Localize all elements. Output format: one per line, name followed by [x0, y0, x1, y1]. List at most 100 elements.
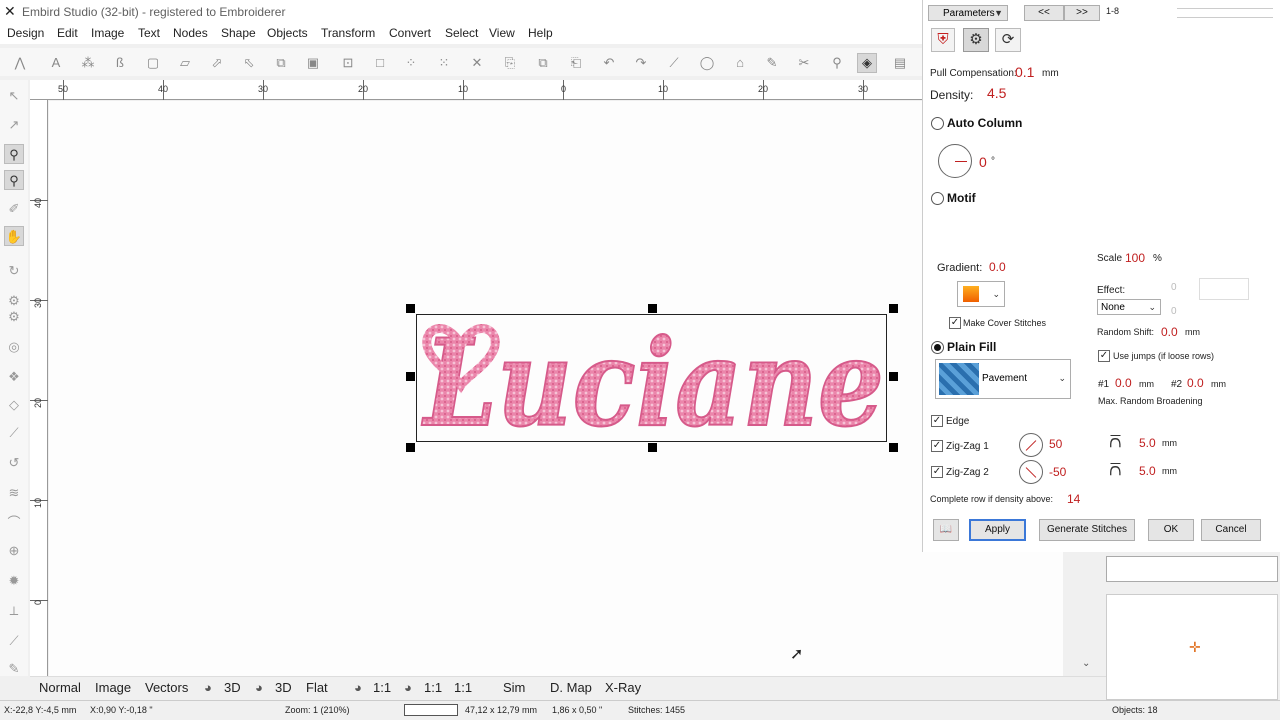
cancel-button[interactable]: Cancel: [1201, 519, 1261, 541]
save-icon[interactable]: ▣: [303, 53, 323, 73]
menu-shape[interactable]: Shape: [221, 26, 256, 40]
redo-icon[interactable]: ↷: [631, 53, 651, 73]
view-3d-a[interactable]: 3D: [224, 680, 241, 695]
stitch-icon[interactable]: ✂: [794, 53, 814, 73]
undo-icon[interactable]: ↶: [599, 53, 619, 73]
zoom-1to1-icon[interactable]: ⚲: [4, 170, 24, 190]
cog2-icon[interactable]: ⚙: [4, 306, 24, 326]
resize-handle[interactable]: [648, 443, 657, 452]
view-flat[interactable]: Flat: [306, 680, 328, 695]
text-tool-icon[interactable]: A: [46, 53, 66, 73]
target-icon[interactable]: ◎: [4, 336, 24, 356]
resize-handle[interactable]: [889, 443, 898, 452]
parameters-dropdown[interactable]: Parameters ▼: [928, 5, 1008, 21]
eyedropper-icon[interactable]: ✎: [762, 53, 782, 73]
curve-icon[interactable]: ⌒: [4, 512, 24, 532]
new-file-icon[interactable]: ▢: [143, 53, 163, 73]
view-image[interactable]: Image: [95, 680, 131, 695]
menu-edit[interactable]: Edit: [57, 26, 78, 40]
menu-convert[interactable]: Convert: [389, 26, 431, 40]
ruler-icon[interactable]: ⟋: [4, 630, 24, 650]
rotate-icon[interactable]: ↻: [4, 260, 24, 280]
resize-handle[interactable]: [889, 304, 898, 313]
resize-handle[interactable]: [406, 372, 415, 381]
zigzag2-dial[interactable]: [1019, 460, 1043, 484]
overview-preview[interactable]: ✛: [1106, 594, 1278, 700]
pen-icon[interactable]: ✎: [4, 658, 24, 678]
zigzag1-dial[interactable]: [1019, 433, 1043, 457]
ok-button[interactable]: OK: [1148, 519, 1194, 541]
refresh-icon[interactable]: ⟳: [995, 28, 1021, 52]
scale-value[interactable]: 100: [1125, 251, 1145, 265]
resize-handle[interactable]: [406, 443, 415, 452]
menu-help[interactable]: Help: [528, 26, 553, 40]
random-shift-value[interactable]: 0.0: [1161, 325, 1178, 339]
menu-text[interactable]: Text: [138, 26, 160, 40]
pattern-dropdown[interactable]: Pavement ⌄: [935, 359, 1071, 399]
ellipse-icon[interactable]: ◯: [697, 53, 717, 73]
menu-view[interactable]: View: [489, 26, 515, 40]
broad1-value[interactable]: 0.0: [1115, 376, 1132, 390]
line-icon[interactable]: ⟋: [664, 53, 684, 73]
chevron-down-icon[interactable]: ⌄: [1082, 658, 1090, 669]
broad2-value[interactable]: 0.0: [1187, 376, 1204, 390]
font-icon[interactable]: ß: [110, 53, 130, 73]
view-vectors[interactable]: Vectors: [145, 680, 188, 695]
knife-icon[interactable]: ⟋: [4, 422, 24, 442]
node-pointer-icon[interactable]: ↗: [4, 114, 24, 134]
menu-transform[interactable]: Transform: [321, 26, 375, 40]
export-icon[interactable]: ⬀: [207, 53, 227, 73]
apply-button[interactable]: Apply: [969, 519, 1026, 541]
zoom-icon[interactable]: ⚲: [4, 144, 24, 164]
view-sim[interactable]: Sim: [503, 680, 525, 695]
angle-value[interactable]: 0: [979, 154, 987, 170]
delete-icon[interactable]: ✕: [467, 53, 487, 73]
settings-icon[interactable]: ✹: [4, 570, 24, 590]
complete-row-value[interactable]: 14: [1067, 492, 1080, 506]
grid-sphere-icon[interactable]: ⊕: [4, 540, 24, 560]
effect-dropdown[interactable]: None ⌄: [1097, 299, 1161, 315]
zigzag1-length[interactable]: 5.0: [1139, 436, 1156, 450]
view-1to1-b[interactable]: 1:1: [424, 680, 442, 695]
grid-icon[interactable]: ▤: [890, 53, 910, 73]
import-icon[interactable]: ⬁: [239, 53, 259, 73]
zigzag2-value[interactable]: -50: [1049, 465, 1066, 479]
view-dmap[interactable]: D. Map: [550, 680, 592, 695]
copy-icon[interactable]: ⧉: [533, 53, 553, 73]
trace-icon[interactable]: ⚲: [827, 53, 847, 73]
use-jumps-checkbox[interactable]: ✓: [1098, 350, 1110, 362]
view-xray[interactable]: X-Ray: [605, 680, 641, 695]
menu-select[interactable]: Select: [445, 26, 478, 40]
open-icon[interactable]: ▱: [175, 53, 195, 73]
gradient-dropdown[interactable]: ⌄: [957, 281, 1005, 307]
measure-icon[interactable]: ⟂: [4, 600, 24, 620]
zigzag2-length[interactable]: 5.0: [1139, 464, 1156, 478]
view-normal[interactable]: Normal: [39, 680, 81, 695]
shield-icon[interactable]: ⛨: [931, 28, 955, 52]
view-3d-b[interactable]: 3D: [275, 680, 292, 695]
view-1to1-a[interactable]: 1:1: [373, 680, 391, 695]
resize-handle[interactable]: [889, 372, 898, 381]
eraser-icon[interactable]: ◇: [4, 394, 24, 414]
paste-icon[interactable]: ⎗: [566, 53, 586, 73]
design-canvas[interactable]: Luciane: [49, 101, 1063, 676]
make-cover-checkbox[interactable]: ✓: [949, 317, 961, 329]
cut-icon[interactable]: ⎘: [500, 53, 520, 73]
resize-handle[interactable]: [648, 304, 657, 313]
next-button[interactable]: >>: [1064, 5, 1100, 21]
generate-stitches-button[interactable]: Generate Stitches: [1039, 519, 1135, 541]
auto-column-radio[interactable]: [931, 117, 944, 130]
wave-icon[interactable]: ≋: [4, 482, 24, 502]
rect-icon[interactable]: □: [370, 53, 390, 73]
node-edit-icon[interactable]: ⁙: [434, 53, 454, 73]
home-icon[interactable]: ⌂: [730, 53, 750, 73]
menu-design[interactable]: Design: [7, 26, 44, 40]
density-value[interactable]: 4.5: [987, 85, 1006, 101]
zigzag-tool-icon[interactable]: ⋀: [10, 53, 30, 73]
lasso-icon[interactable]: ✐: [4, 198, 24, 218]
zigzag1-value[interactable]: 50: [1049, 437, 1062, 451]
prev-button[interactable]: <<: [1024, 5, 1064, 21]
globe-icon[interactable]: ❖: [4, 366, 24, 386]
menu-image[interactable]: Image: [91, 26, 124, 40]
edge-checkbox[interactable]: ✓: [931, 415, 943, 427]
